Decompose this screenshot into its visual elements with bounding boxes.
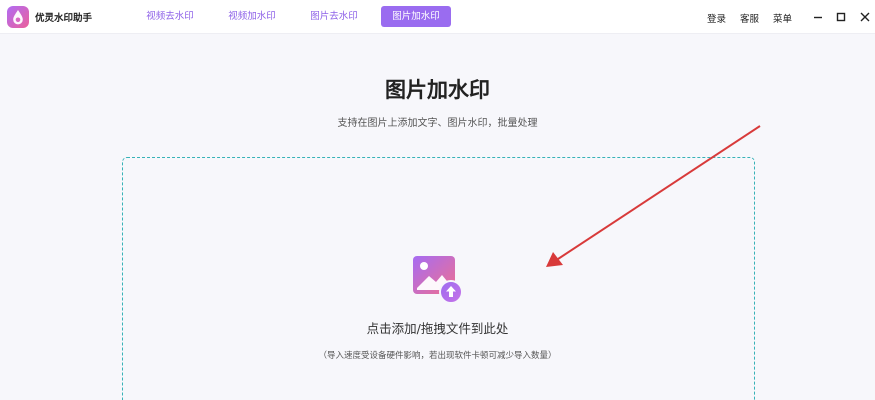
image-upload-icon[interactable] (411, 254, 465, 304)
title-bar: 优灵水印助手 视频去水印 视频加水印 图片去水印 图片加水印 登录 客服 菜单 (0, 0, 875, 34)
app-logo-icon (7, 6, 29, 28)
app-name: 优灵水印助手 (35, 13, 93, 24)
close-icon[interactable] (858, 9, 872, 23)
page-subtitle: 支持在图片上添加文字、图片水印，批量处理 (337, 118, 538, 129)
drop-instruction-text: 点击添加/拖拽文件到此处 (366, 321, 509, 336)
tab-image-add-watermark[interactable]: 图片加水印 (381, 6, 451, 27)
page-title: 图片加水印 (385, 78, 490, 102)
maximize-icon[interactable] (834, 9, 848, 23)
drop-hint-text: （导入速度受设备硬件影响，若出现软件卡顿可减少导入数量） (318, 351, 557, 361)
customer-service-link[interactable]: 客服 (740, 11, 759, 25)
tab-image-remove-watermark[interactable]: 图片去水印 (302, 6, 366, 27)
login-link[interactable]: 登录 (707, 11, 726, 25)
minimize-icon[interactable] (811, 9, 825, 23)
tab-video-add-watermark[interactable]: 视频加水印 (220, 6, 284, 27)
menu-link[interactable]: 菜单 (773, 11, 792, 25)
tab-video-remove-watermark[interactable]: 视频去水印 (138, 6, 202, 27)
